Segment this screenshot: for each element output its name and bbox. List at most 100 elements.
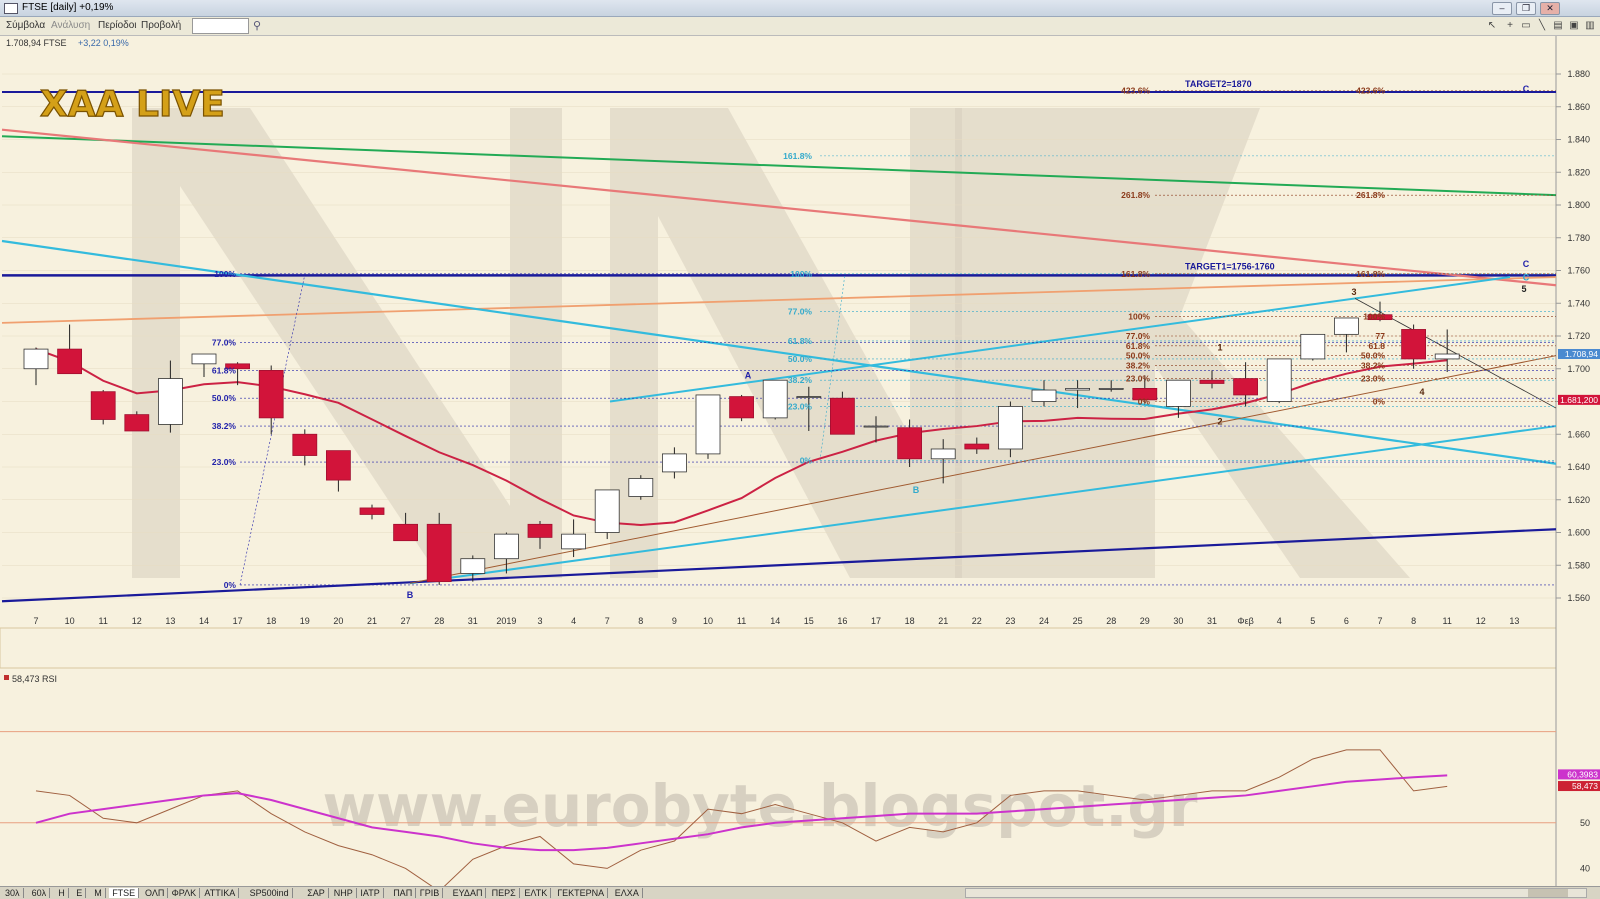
rsi-tag: 58,473 xyxy=(1572,781,1598,791)
x-tick-label: 11 xyxy=(737,616,746,626)
menu-analysis[interactable]: Ανάλυση xyxy=(51,20,90,31)
chart-area[interactable]: 1.880 1.860 1.840 1.820 1.800 1.780 1.760 1.740… xyxy=(0,36,1600,886)
x-tick-label: 8 xyxy=(638,616,643,626)
scrollbar-thumb[interactable] xyxy=(1528,889,1568,897)
menu-view[interactable]: Προβολή xyxy=(141,20,181,31)
symbol-tab[interactable]: FTSE xyxy=(109,888,140,898)
y-tick-label: 1.720 xyxy=(1567,331,1590,341)
y-tick-label: 1.820 xyxy=(1567,167,1590,177)
symbol-tab[interactable]: ΕΛΧΑ xyxy=(612,888,643,898)
y-tick-label: 1.860 xyxy=(1567,102,1590,112)
search-icon[interactable]: ⚲ xyxy=(253,19,266,32)
symbol-tab[interactable]: ΠΕΡΣ xyxy=(489,888,520,898)
bull-candle xyxy=(191,353,217,365)
bull-candle xyxy=(628,478,654,497)
symbol-tab[interactable]: Η xyxy=(55,888,69,898)
symbol-tab[interactable]: ΙΑΤΡ xyxy=(357,888,384,898)
cursor-icon[interactable]: ↖ xyxy=(1486,20,1498,31)
restore-button[interactable]: ❐ xyxy=(1516,2,1536,15)
x-tick-label: 6 xyxy=(1344,616,1349,626)
symbol-tab[interactable]: Ε xyxy=(73,888,87,898)
bear-candle xyxy=(1199,379,1225,384)
x-tick-label: 19 xyxy=(300,616,310,626)
symbol-tab[interactable]: ΕΛΤΚ xyxy=(521,888,552,898)
horizontal-scrollbar[interactable] xyxy=(965,888,1587,898)
close-button[interactable]: ✕ xyxy=(1540,2,1560,15)
wave-label: 4 xyxy=(1419,387,1424,397)
wave-label: C xyxy=(1523,259,1530,269)
x-tick-label: 15 xyxy=(804,616,814,626)
fib-right-label: 38.2% xyxy=(1126,360,1151,370)
fib-left-label: 61.8% xyxy=(212,365,237,375)
x-tick-label: Φεβ xyxy=(1237,616,1253,626)
x-tick-label: 18 xyxy=(905,616,915,626)
fib-mid-label: 38.2% xyxy=(788,375,813,385)
x-tick-label: 17 xyxy=(233,616,243,626)
minimize-button[interactable]: – xyxy=(1492,2,1512,15)
wave-label: B xyxy=(913,485,920,495)
rsi-legend-swatch xyxy=(4,675,9,680)
ma-price-tag: 1.681,200 xyxy=(1560,395,1598,405)
y-tick-label: 1.800 xyxy=(1567,200,1590,210)
y-tick-label: 1.620 xyxy=(1567,495,1590,505)
symbol-tab[interactable]: ΓΡΙΒ xyxy=(417,888,444,898)
bull-candle xyxy=(1334,317,1359,335)
fib-right-label: 0% xyxy=(1138,397,1151,407)
fib-right2-label: 23.0% xyxy=(1361,374,1386,384)
x-tick-label: 25 xyxy=(1073,616,1083,626)
bull-candle xyxy=(1300,333,1326,360)
x-tick-label: 16 xyxy=(837,616,847,626)
rectangle-icon[interactable]: ▭ xyxy=(1520,20,1532,31)
crosshair-icon[interactable]: + xyxy=(1504,20,1516,31)
x-tick-label: 31 xyxy=(468,616,478,626)
x-tick-label: 30 xyxy=(1173,616,1183,626)
bull-candle xyxy=(762,379,788,419)
fib-mid-label: 100% xyxy=(790,269,812,279)
symbol-tab[interactable]: 30λ xyxy=(2,888,24,898)
y-tick-label: 1.880 xyxy=(1567,69,1590,79)
y-tick-label: 1.640 xyxy=(1567,462,1590,472)
x-tick-label: 13 xyxy=(1509,616,1519,626)
fib-right2-label: 38.2% xyxy=(1361,360,1386,370)
symbol-tab[interactable]: ΝΗΡ xyxy=(331,888,357,898)
symbol-tab[interactable]: ΦΡΛΚ xyxy=(169,888,201,898)
symbol-input[interactable] xyxy=(192,18,249,34)
bear-candle xyxy=(426,523,452,583)
layout-icon[interactable]: ▤ xyxy=(1552,20,1564,31)
symbol-tab[interactable]: SP500ind xyxy=(247,888,293,898)
symbol-tab[interactable]: ΠΑΠ xyxy=(390,888,417,898)
x-tick-label: 14 xyxy=(199,616,209,626)
bull-candle xyxy=(1166,379,1191,407)
bull-candle xyxy=(561,533,586,550)
save-icon[interactable]: ▣ xyxy=(1568,20,1580,31)
x-tick-label: 8 xyxy=(1411,616,1416,626)
bull-candle xyxy=(863,425,889,428)
y-tick-label: 1.740 xyxy=(1567,298,1590,308)
symbol-tab[interactable]: ΣΑΡ xyxy=(304,888,329,898)
print-icon[interactable]: ▥ xyxy=(1584,20,1596,31)
watermark-n-left xyxy=(132,108,180,578)
fib-right-label: 100% xyxy=(1128,311,1150,321)
x-tick-label: 11 xyxy=(1443,616,1452,626)
x-tick-label: 7 xyxy=(33,616,38,626)
wave-label: A xyxy=(745,371,752,381)
symbol-tab[interactable]: ΓΕΚΤΕΡΝΑ xyxy=(554,888,609,898)
x-tick-label: 4 xyxy=(1277,616,1282,626)
y-tick-label: 1.580 xyxy=(1567,560,1590,570)
bear-candle xyxy=(57,348,82,375)
bull-candle xyxy=(796,396,822,398)
symbol-tab[interactable]: Μ xyxy=(91,888,106,898)
x-tick-label: 5 xyxy=(1310,616,1315,626)
line-tool-icon[interactable]: ╲ xyxy=(1536,20,1548,31)
app-icon xyxy=(4,3,18,14)
menu-period[interactable]: Περίοδοι xyxy=(98,20,137,31)
symbol-tab[interactable]: ΑΤΤΙΚΑ xyxy=(201,888,240,898)
symbol-tab[interactable]: 60λ xyxy=(29,888,51,898)
menu-symbols[interactable]: Σύμβολα xyxy=(6,20,45,31)
symbol-tab[interactable]: ΟΛΠ xyxy=(142,888,169,898)
x-tick-label: 17 xyxy=(871,616,881,626)
fib-left-label: 100% xyxy=(214,269,236,279)
fib-left-label: 50.0% xyxy=(212,393,237,403)
x-tick-label: 28 xyxy=(1106,616,1116,626)
symbol-tab[interactable]: ΕΥΔΑΠ xyxy=(450,888,487,898)
